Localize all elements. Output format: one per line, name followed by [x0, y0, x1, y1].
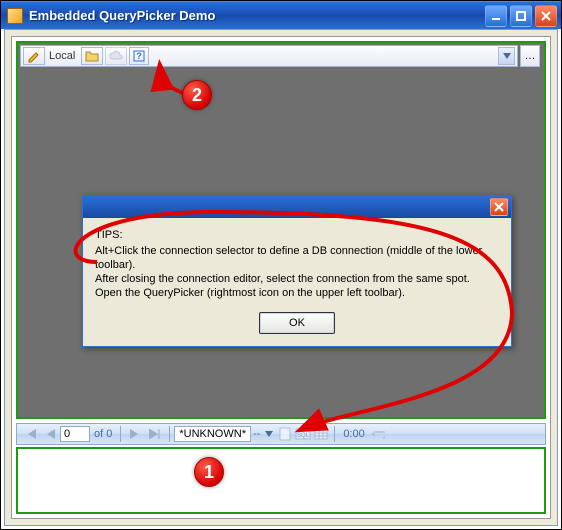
new-query-icon[interactable]	[276, 425, 294, 443]
nav-last-button[interactable]	[146, 425, 164, 443]
bottom-panel	[16, 447, 546, 514]
svg-text:SQL: SQL	[297, 433, 310, 439]
more-options-button[interactable]: …	[520, 45, 540, 67]
window-title: Embedded QueryPicker Demo	[29, 8, 482, 23]
nav-prev-button[interactable]	[41, 425, 59, 443]
app-icon	[7, 8, 23, 24]
callout-2: 2	[182, 80, 212, 110]
toolbar-dropdown-button[interactable]	[498, 47, 515, 65]
tips-body: TIPS: Alt+Click the connection selector …	[83, 218, 511, 306]
close-button[interactable]	[535, 5, 557, 27]
tips-line-3: Open the QueryPicker (rightmost icon on …	[95, 286, 499, 300]
tips-line-1: Alt+Click the connection selector to def…	[95, 244, 499, 272]
tips-dialog: TIPS: Alt+Click the connection selector …	[82, 195, 512, 347]
minimize-button[interactable]	[485, 5, 507, 27]
callout-1-label: 1	[204, 462, 214, 483]
lower-toolbar: 0 of 0 *UNKNOWN* --	[16, 423, 546, 445]
window-titlebar: Embedded QueryPicker Demo	[1, 1, 561, 29]
sql-icon[interactable]: SQL	[294, 425, 312, 443]
connection-suffix: --	[251, 428, 262, 440]
nav-of-label: of 0	[90, 428, 116, 440]
svg-text:?: ?	[137, 51, 143, 61]
client-inner: Local ? …	[11, 36, 551, 519]
ok-button[interactable]: OK	[259, 312, 335, 334]
callout-1: 1	[194, 457, 224, 487]
connection-selector[interactable]: *UNKNOWN*	[174, 426, 251, 442]
help-button[interactable]: ?	[129, 47, 149, 65]
nav-next-button[interactable]	[126, 425, 144, 443]
edit-pencil-button[interactable]	[23, 47, 45, 65]
nav-first-button[interactable]	[21, 425, 39, 443]
undo-icon[interactable]	[369, 425, 387, 443]
mode-label: Local	[47, 50, 81, 62]
maximize-button[interactable]	[510, 5, 532, 27]
client-area: Local ? …	[4, 29, 558, 526]
tips-line-2: After closing the connection editor, sel…	[95, 272, 499, 286]
connection-dropdown-button[interactable]	[262, 431, 276, 437]
cloud-button[interactable]	[105, 47, 127, 65]
grid-icon[interactable]	[312, 425, 330, 443]
tips-close-button[interactable]	[490, 198, 508, 216]
open-folder-button[interactable]	[81, 47, 103, 65]
upper-toolbar: Local ?	[20, 45, 518, 67]
nav-position-field[interactable]: 0	[60, 426, 90, 442]
tips-dialog-titlebar	[83, 196, 511, 218]
tips-heading: TIPS:	[95, 228, 499, 242]
connection-label: *UNKNOWN*	[179, 428, 246, 440]
nav-time-label: 0:00	[339, 428, 368, 440]
callout-2-label: 2	[192, 85, 202, 106]
